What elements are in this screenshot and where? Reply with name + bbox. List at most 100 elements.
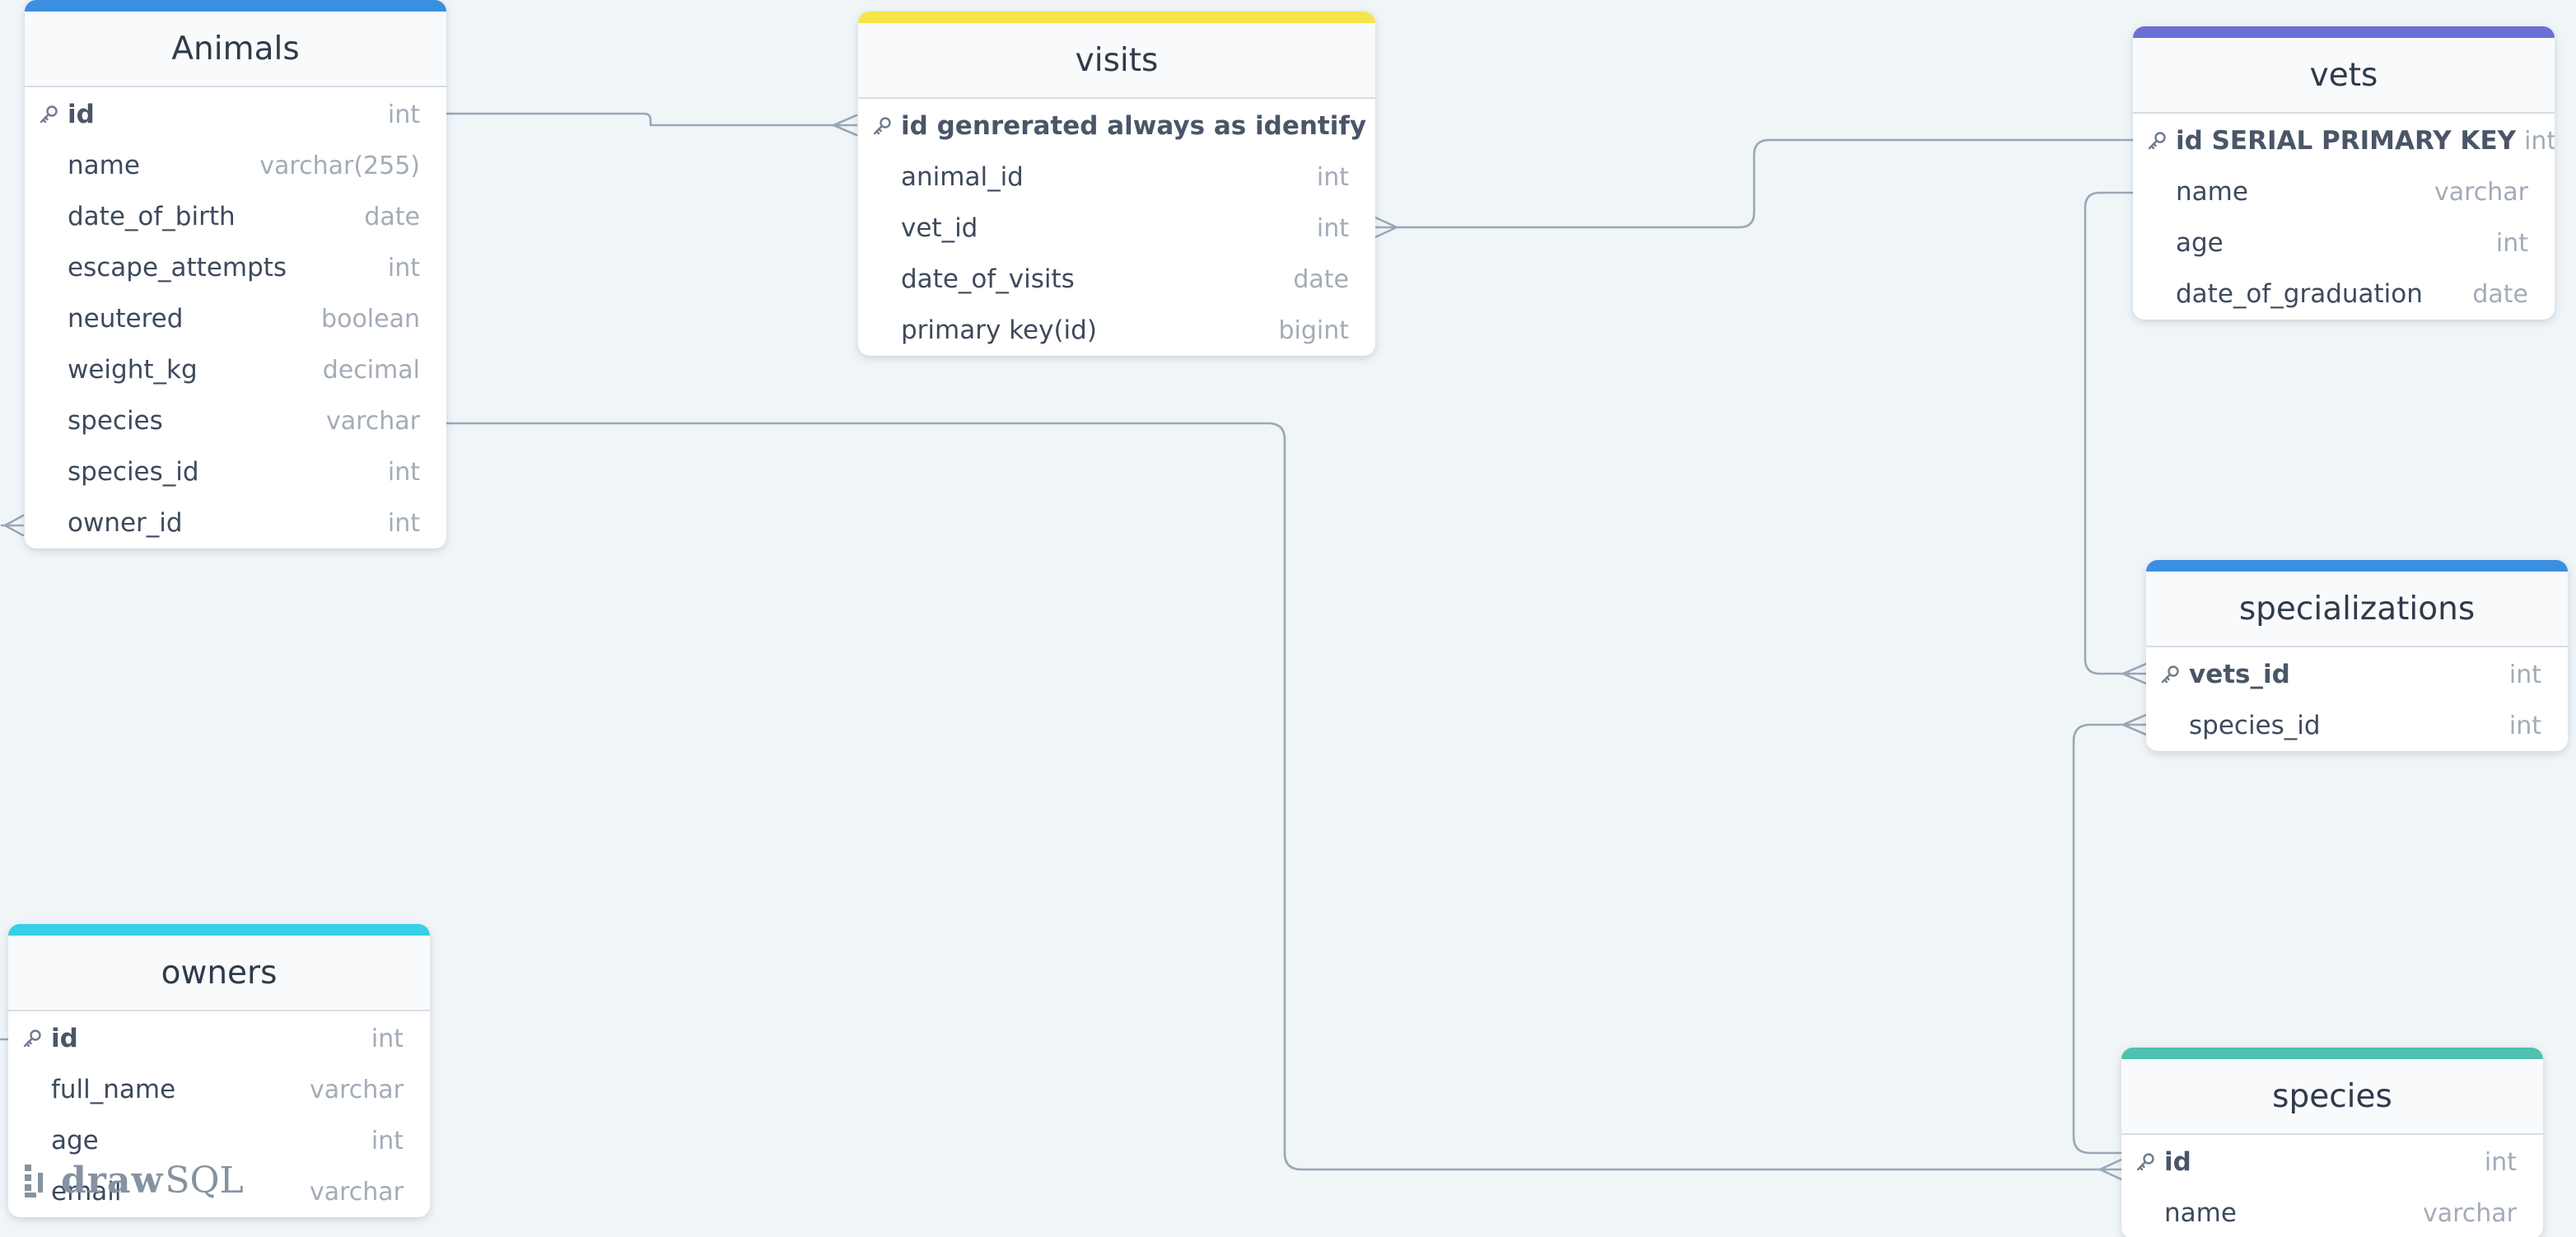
column-name: neutered <box>68 304 184 334</box>
column-type: varchar <box>309 1177 404 1207</box>
table-header[interactable]: visits <box>858 23 1375 99</box>
column-type: int <box>2508 660 2541 689</box>
table-columns: id int name varchar(255) date_of_birth date es… <box>25 87 446 548</box>
column-type: varchar(255) <box>259 151 420 180</box>
column-name: id <box>51 1024 78 1053</box>
column-type: varchar <box>325 406 420 436</box>
column-name: date_of_birth <box>68 202 236 231</box>
column-row[interactable]: species varchar <box>25 395 446 446</box>
column-row[interactable]: neutered boolean <box>25 293 446 344</box>
crows-foot-specializations-vet <box>2121 662 2148 685</box>
column-type: int <box>387 457 420 487</box>
column-type: decimal <box>322 355 420 385</box>
column-type: int <box>2484 1147 2517 1177</box>
table-accent-bar <box>8 924 430 936</box>
column-type: varchar <box>2422 1198 2517 1228</box>
column-row[interactable]: name varchar(255) <box>25 140 446 191</box>
table-title: owners <box>161 954 278 992</box>
relation-animals-visits[interactable] <box>445 112 842 127</box>
column-row[interactable]: weight_kg decimal <box>25 344 446 395</box>
column-name: id genrerated always as identify <box>901 111 1367 141</box>
table-title: species <box>2272 1077 2392 1115</box>
column-name: id <box>2164 1147 2191 1177</box>
column-row[interactable]: species_id int <box>25 446 446 497</box>
watermark-brand-light: SQL <box>165 1160 244 1202</box>
column-row[interactable]: vets_id int <box>2146 649 2568 700</box>
crows-foot-visits-animal <box>832 114 858 137</box>
table-animals[interactable]: Animals id int name varchar(255) date_of_birt… <box>25 0 446 548</box>
table-header[interactable]: owners <box>8 936 430 1011</box>
table-species[interactable]: species id int name varchar <box>2121 1048 2543 1237</box>
column-row[interactable]: animal_id int <box>858 152 1375 203</box>
column-name: escape_attempts <box>68 253 287 282</box>
column-type: int <box>2508 711 2541 740</box>
table-accent-bar <box>858 12 1375 23</box>
column-name: age <box>51 1126 99 1155</box>
column-row[interactable]: full_name varchar <box>8 1064 430 1115</box>
primary-key-icon <box>871 115 901 137</box>
column-row[interactable]: date_of_graduation date <box>2133 268 2555 320</box>
column-row[interactable]: name varchar <box>2133 166 2555 217</box>
table-title: visits <box>1075 41 1159 79</box>
column-row[interactable]: id int <box>2121 1137 2543 1188</box>
relation-vets-visits[interactable] <box>1392 138 2135 229</box>
column-type: date <box>2472 279 2528 309</box>
relation-vets-specializations[interactable] <box>2084 191 2135 675</box>
table-vets[interactable]: vets id SERIAL PRIMARY KEY int name varchar a… <box>2133 26 2555 320</box>
column-row[interactable]: id int <box>8 1013 430 1064</box>
primary-key-icon <box>38 104 68 125</box>
column-type: int <box>387 100 420 129</box>
column-type: varchar <box>2434 177 2528 207</box>
column-name: vet_id <box>901 213 978 243</box>
column-name: full_name <box>51 1075 176 1104</box>
crows-foot-species-animals <box>2098 1158 2123 1181</box>
table-title: vets <box>2309 56 2378 94</box>
watermark-brand-bold: draw <box>61 1160 164 1202</box>
crows-foot-visits-vet <box>1374 216 1398 239</box>
relation-species-specializations[interactable] <box>2072 723 2130 1155</box>
table-accent-bar <box>2121 1048 2543 1059</box>
column-type: int <box>1316 162 1349 192</box>
column-row[interactable]: species_id int <box>2146 700 2568 751</box>
table-columns: id int name varchar <box>2121 1135 2543 1237</box>
drawsql-watermark: draw SQL <box>23 1160 244 1202</box>
table-header[interactable]: species <box>2121 1059 2543 1135</box>
column-row[interactable]: id SERIAL PRIMARY KEY int <box>2133 115 2555 166</box>
primary-key-icon <box>2159 664 2189 685</box>
column-row[interactable]: age int <box>2133 217 2555 268</box>
column-name: name <box>2164 1198 2237 1228</box>
table-columns: id SERIAL PRIMARY KEY int name varchar age in… <box>2133 114 2555 320</box>
crows-foot-animals-owner <box>3 514 25 537</box>
column-type: int <box>371 1024 404 1053</box>
column-name: vets_id <box>2189 660 2290 689</box>
column-name: age <box>2176 228 2224 258</box>
table-header[interactable]: Animals <box>25 12 446 87</box>
column-name: name <box>2176 177 2248 207</box>
table-header[interactable]: vets <box>2133 38 2555 114</box>
column-row[interactable]: owner_id int <box>25 497 446 548</box>
primary-key-icon <box>2135 1151 2164 1173</box>
column-name: date_of_visits <box>901 264 1075 294</box>
column-row[interactable]: primary key(id) bigint <box>858 305 1375 356</box>
column-type: boolean <box>321 304 420 334</box>
diagram-canvas[interactable]: Animals id int name varchar(255) date_of_birt… <box>0 0 2576 1237</box>
table-visits[interactable]: visitsid genrerated always as identifyin… <box>858 12 1375 356</box>
column-row[interactable]: id genrerated always as identify int <box>858 100 1375 152</box>
relation-species-animals[interactable] <box>445 422 2107 1171</box>
column-row[interactable]: id int <box>25 89 446 140</box>
column-type: int <box>371 1126 404 1155</box>
column-row[interactable]: date_of_birth date <box>25 191 446 242</box>
table-specializations[interactable]: specializations vets_id int species_id int <box>2146 560 2568 751</box>
column-row[interactable]: escape_attempts int <box>25 242 446 293</box>
column-type: int <box>1374 112 1375 141</box>
column-row[interactable]: date_of_visits date <box>858 254 1375 305</box>
table-columns: vets_id int species_id int <box>2146 647 2568 751</box>
column-name: species_id <box>2189 711 2321 740</box>
table-header[interactable]: specializations <box>2146 572 2568 647</box>
column-row[interactable]: age int <box>8 1115 430 1166</box>
column-row[interactable]: vet_id int <box>858 203 1375 254</box>
drawsql-logo-icon <box>25 1164 43 1197</box>
column-name: species <box>68 406 163 436</box>
column-row[interactable]: name varchar <box>2121 1188 2543 1237</box>
column-name: animal_id <box>901 162 1024 192</box>
